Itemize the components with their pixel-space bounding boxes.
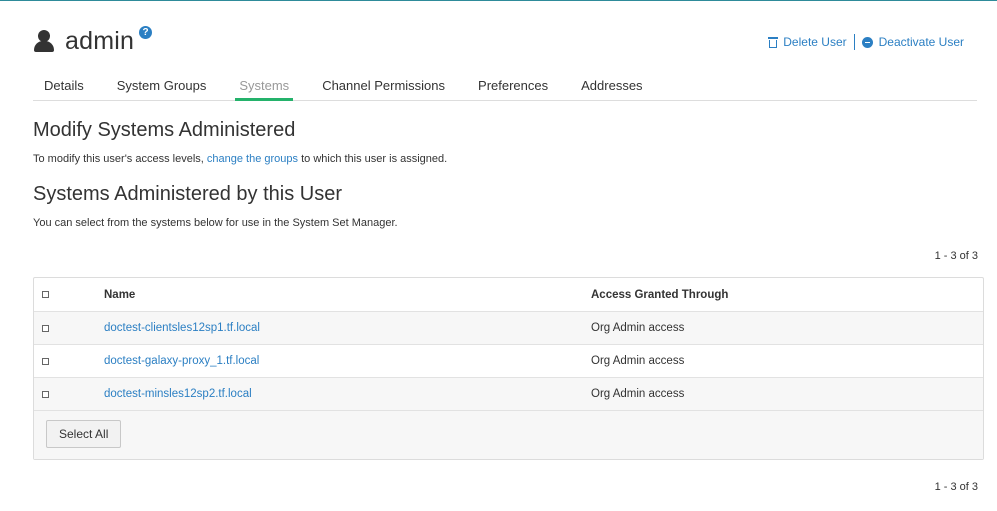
access-cell: Org Admin access [591, 388, 685, 400]
tab-system-groups[interactable]: System Groups [117, 70, 207, 100]
modify-heading: Modify Systems Administered [33, 119, 296, 141]
administered-heading: Systems Administered by this User [33, 183, 342, 205]
pagination-bottom: 1 - 3 of 3 [934, 481, 978, 493]
top-border [0, 0, 997, 1]
tab-details[interactable]: Details [44, 70, 84, 100]
table-row: doctest-clientsles12sp1.tf.local Org Adm… [34, 312, 983, 345]
system-link[interactable]: doctest-galaxy-proxy_1.tf.local [104, 355, 259, 367]
page-header: admin ? [33, 24, 153, 58]
modify-text-after: to which this user is assigned. [298, 153, 448, 165]
access-cell: Org Admin access [591, 322, 685, 334]
modify-description: To modify this user's access levels, cha… [33, 153, 447, 165]
access-cell: Org Admin access [591, 355, 685, 367]
pagination-top: 1 - 3 of 3 [934, 250, 978, 262]
administered-description: You can select from the systems below fo… [33, 217, 398, 229]
modify-text-before: To modify this user's access levels, [33, 153, 207, 165]
delete-user-button[interactable]: Delete User [768, 35, 847, 49]
tab-preferences[interactable]: Preferences [478, 70, 548, 100]
select-all-checkbox[interactable] [42, 291, 49, 298]
deactivate-user-button[interactable]: Deactivate User [861, 35, 964, 49]
change-groups-link[interactable]: change the groups [207, 153, 298, 165]
tab-systems[interactable]: Systems [235, 70, 294, 101]
tab-channel-permissions[interactable]: Channel Permissions [322, 70, 445, 100]
tab-addresses[interactable]: Addresses [581, 70, 642, 100]
row-checkbox[interactable] [42, 357, 49, 365]
header-actions: Delete User Deactivate User [768, 34, 964, 50]
minus-circle-icon [861, 36, 873, 48]
table-footer: Select All [34, 411, 983, 459]
delete-user-label: Delete User [783, 35, 847, 49]
system-link[interactable]: doctest-clientsles12sp1.tf.local [104, 322, 260, 334]
row-checkbox[interactable] [42, 390, 49, 398]
table-header-row: Name Access Granted Through [34, 278, 983, 312]
deactivate-user-label: Deactivate User [878, 35, 964, 49]
select-all-button[interactable]: Select All [46, 420, 122, 448]
help-icon[interactable]: ? [139, 25, 153, 39]
trash-icon [768, 36, 779, 48]
table-row: doctest-galaxy-proxy_1.tf.local Org Admi… [34, 345, 983, 378]
user-icon [33, 29, 55, 53]
column-header-name[interactable]: Name [104, 289, 135, 301]
system-link[interactable]: doctest-minsles12sp2.tf.local [104, 388, 252, 400]
row-checkbox[interactable] [42, 324, 49, 332]
column-header-access[interactable]: Access Granted Through [591, 289, 728, 301]
page-title: admin [65, 26, 135, 55]
table-row: doctest-minsles12sp2.tf.local Org Admin … [34, 378, 983, 411]
tab-bar: Details System Groups Systems Channel Pe… [33, 70, 977, 101]
systems-table: Name Access Granted Through doctest-clie… [33, 277, 984, 460]
action-separator [853, 34, 855, 50]
